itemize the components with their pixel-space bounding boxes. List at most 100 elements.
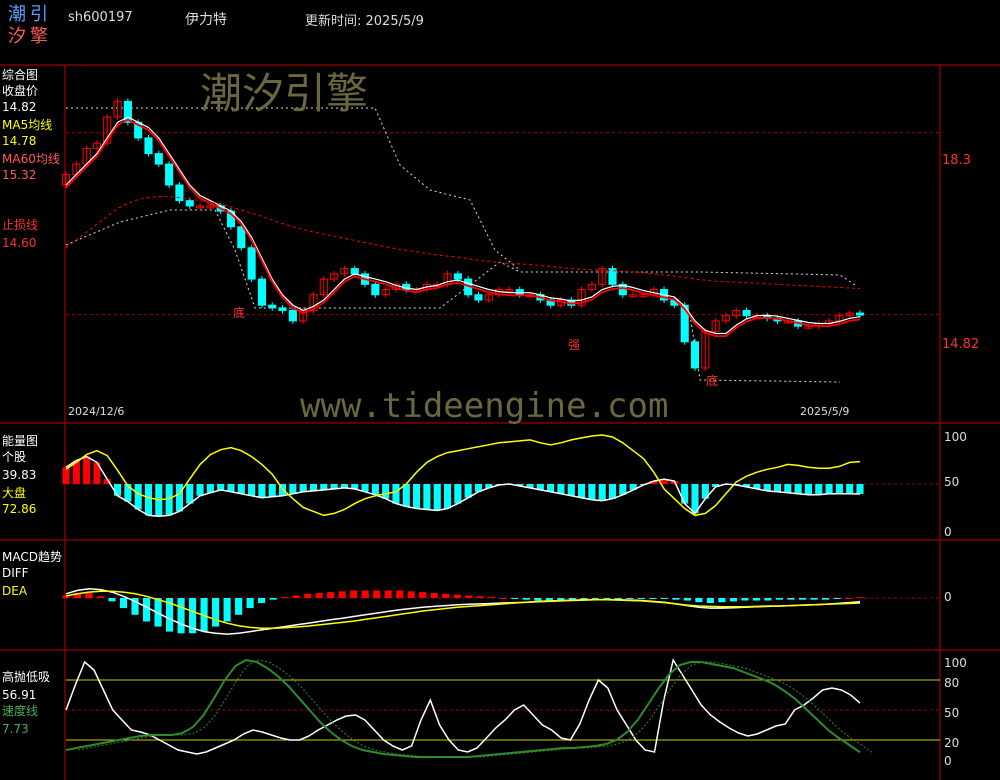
candle-body — [855, 312, 865, 316]
macd-bar — [499, 598, 507, 599]
macd-bar — [269, 598, 277, 600]
macd-bar — [292, 595, 300, 598]
macd-bar — [833, 598, 841, 599]
macd-bar — [258, 598, 266, 604]
candle-body — [247, 247, 256, 280]
close-value: 14.82 — [2, 100, 37, 114]
market-energy-line — [65, 434, 861, 517]
macd-bar — [787, 598, 795, 600]
stock-energy-label: 个股 — [2, 450, 27, 464]
macd-bar — [108, 598, 116, 602]
macd-bar — [649, 598, 657, 599]
candle-body — [453, 273, 462, 280]
energy-bar — [237, 484, 245, 494]
date-end: 2025/5/9 — [800, 405, 850, 418]
ma5-line — [65, 116, 861, 335]
osc-panel-title: 高抛低吸 — [2, 670, 51, 684]
dea-label: DEA — [2, 584, 28, 598]
energy-bar — [856, 484, 864, 494]
stop-label: 止损线 — [2, 218, 39, 232]
macd-bar — [637, 598, 645, 599]
dea-line — [65, 590, 861, 629]
macd-bar — [660, 598, 668, 599]
energy-tick-50: 50 — [944, 475, 960, 489]
energy-bar — [557, 484, 565, 494]
macd-bar — [315, 592, 323, 598]
macd-bar — [775, 598, 784, 600]
energy-bar — [402, 484, 410, 507]
energy-bar — [588, 484, 596, 500]
macd-bar — [177, 598, 185, 634]
macd-bar — [534, 598, 542, 601]
ma5-value: 14.78 — [2, 134, 37, 148]
macd-bar — [419, 592, 427, 598]
energy-bar — [175, 484, 183, 512]
energy-bar — [608, 484, 617, 499]
energy-bar — [289, 484, 297, 494]
macd-bar — [396, 590, 404, 598]
price-panel-title: 综合图 — [2, 68, 39, 82]
candle-body — [288, 309, 297, 322]
macd-bar — [142, 598, 151, 622]
energy-bar — [382, 484, 390, 499]
diff-label: DIFF — [2, 566, 29, 580]
ma10-line — [65, 118, 861, 337]
macd-bar — [212, 598, 220, 627]
energy-bar — [299, 484, 307, 492]
candle-body — [154, 153, 163, 165]
macd-bar — [821, 598, 830, 600]
price-tick-high: 18.3 — [942, 153, 971, 168]
macd-bar — [706, 598, 714, 604]
stock-energy-value: 39.83 — [2, 468, 37, 482]
watermark-url: www.tideengine.com — [300, 386, 669, 426]
energy-bar — [248, 484, 256, 496]
energy-bar — [186, 484, 194, 504]
stock-name: 伊力特 — [185, 12, 227, 28]
macd-bar — [810, 598, 818, 600]
osc-tick-20: 20 — [944, 736, 960, 750]
update-time: 更新时间: 2025/5/9 — [305, 14, 424, 29]
marker-bottom-2: 底 — [706, 374, 719, 388]
market-energy-label: 大盘 — [2, 486, 27, 500]
energy-bar — [835, 484, 843, 494]
energy-bar — [825, 484, 833, 494]
candle-body — [690, 341, 700, 369]
energy-bar — [423, 484, 431, 510]
macd-bar — [373, 590, 381, 598]
macd-bar — [96, 596, 105, 598]
candle-body — [175, 184, 184, 202]
macd-tick-0: 0 — [944, 590, 952, 604]
candle-body — [371, 283, 380, 296]
stock-code: sh600197 — [68, 10, 133, 25]
macd-bar — [488, 597, 496, 599]
watermark-brand: 潮汐引擎 — [200, 69, 369, 118]
macd-bar — [453, 594, 461, 598]
energy-bar — [196, 484, 204, 496]
stop-value: 14.60 — [2, 236, 37, 250]
energy-bar — [62, 467, 70, 484]
osc-tick-80: 80 — [944, 676, 960, 690]
candle-body — [165, 163, 174, 186]
macd-bar — [695, 598, 703, 603]
energy-bar — [217, 484, 225, 490]
energy-bar — [846, 484, 854, 494]
energy-bar — [392, 484, 400, 504]
macd-bar — [614, 598, 622, 599]
osc-tick-100: 100 — [944, 656, 967, 670]
date-start: 2024/12/6 — [68, 405, 125, 418]
diff-line — [65, 588, 861, 635]
logo: 潮引 汐擎 — [8, 4, 52, 48]
macd-bar — [844, 598, 853, 599]
energy-bar — [113, 484, 122, 496]
macd-bar — [522, 598, 530, 600]
macd-bar — [856, 597, 864, 599]
energy-bar — [815, 484, 823, 495]
energy-bar — [371, 484, 379, 495]
macd-bar — [476, 596, 484, 598]
close-label: 收盘价 — [2, 84, 39, 98]
macd-bar — [281, 597, 289, 599]
market-energy-value: 72.86 — [2, 502, 37, 516]
energy-bar — [144, 484, 153, 516]
energy-bar — [309, 484, 318, 491]
macd-bar — [430, 592, 438, 598]
